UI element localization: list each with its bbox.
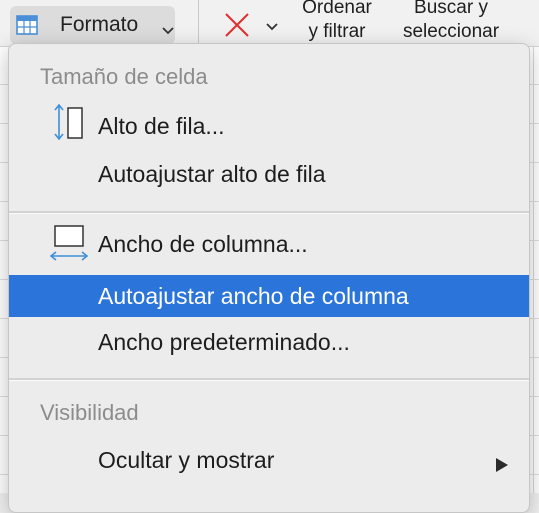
find-select-label-line2: seleccionar [402, 21, 500, 42]
format-button-label: Formato [60, 13, 139, 36]
menu-separator [9, 378, 529, 381]
format-dropdown-menu: Tamaño de celda Alto de fila... Autoajus… [8, 43, 530, 513]
menu-item-label: Autoajustar ancho de columna [98, 283, 409, 309]
sort-filter-label-line1: Ordenar [302, 0, 372, 18]
ribbon-toolbar: Formato Ordenar y filtrar Buscar y selec… [0, 0, 539, 47]
menu-item-label: Ancho predeterminado... [98, 329, 350, 355]
menu-item-label: Ocultar y mostrar [98, 447, 275, 473]
menu-item-autofit-row-height[interactable]: Autoajustar alto de fila [9, 154, 529, 194]
find-select-label-line1: Buscar y [414, 0, 488, 18]
menu-item-autofit-column-width[interactable]: Autoajustar ancho de columna [9, 275, 529, 317]
submenu-arrow-icon [495, 452, 509, 479]
sort-filter-button[interactable]: Ordenar y filtrar [294, 0, 380, 44]
menu-item-row-height[interactable]: Alto de fila... [9, 103, 529, 148]
chevron-down-icon[interactable] [266, 18, 278, 36]
column-width-icon [49, 224, 89, 270]
section-header-visibility: Visibilidad [40, 400, 139, 425]
menu-separator [9, 211, 529, 214]
menu-item-label: Alto de fila... [98, 113, 225, 139]
format-button[interactable]: Formato [10, 6, 175, 44]
ribbon-divider [198, 0, 199, 44]
menu-item-label: Autoajustar alto de fila [98, 161, 326, 187]
find-select-button[interactable]: Buscar y seleccionar [392, 0, 510, 44]
menu-item-column-width[interactable]: Ancho de columna... [9, 224, 529, 264]
section-header-cell-size: Tamaño de celda [40, 64, 208, 89]
row-height-icon [51, 103, 87, 148]
menu-item-label: Ancho de columna... [98, 231, 308, 257]
sort-filter-label-line2: y filtrar [308, 21, 366, 42]
chevron-down-icon [162, 22, 174, 40]
table-format-icon [16, 15, 38, 40]
clear-icon[interactable] [224, 12, 250, 43]
menu-item-hide-unhide[interactable]: Ocultar y mostrar [9, 440, 529, 480]
menu-item-default-width[interactable]: Ancho predeterminado... [9, 322, 529, 362]
